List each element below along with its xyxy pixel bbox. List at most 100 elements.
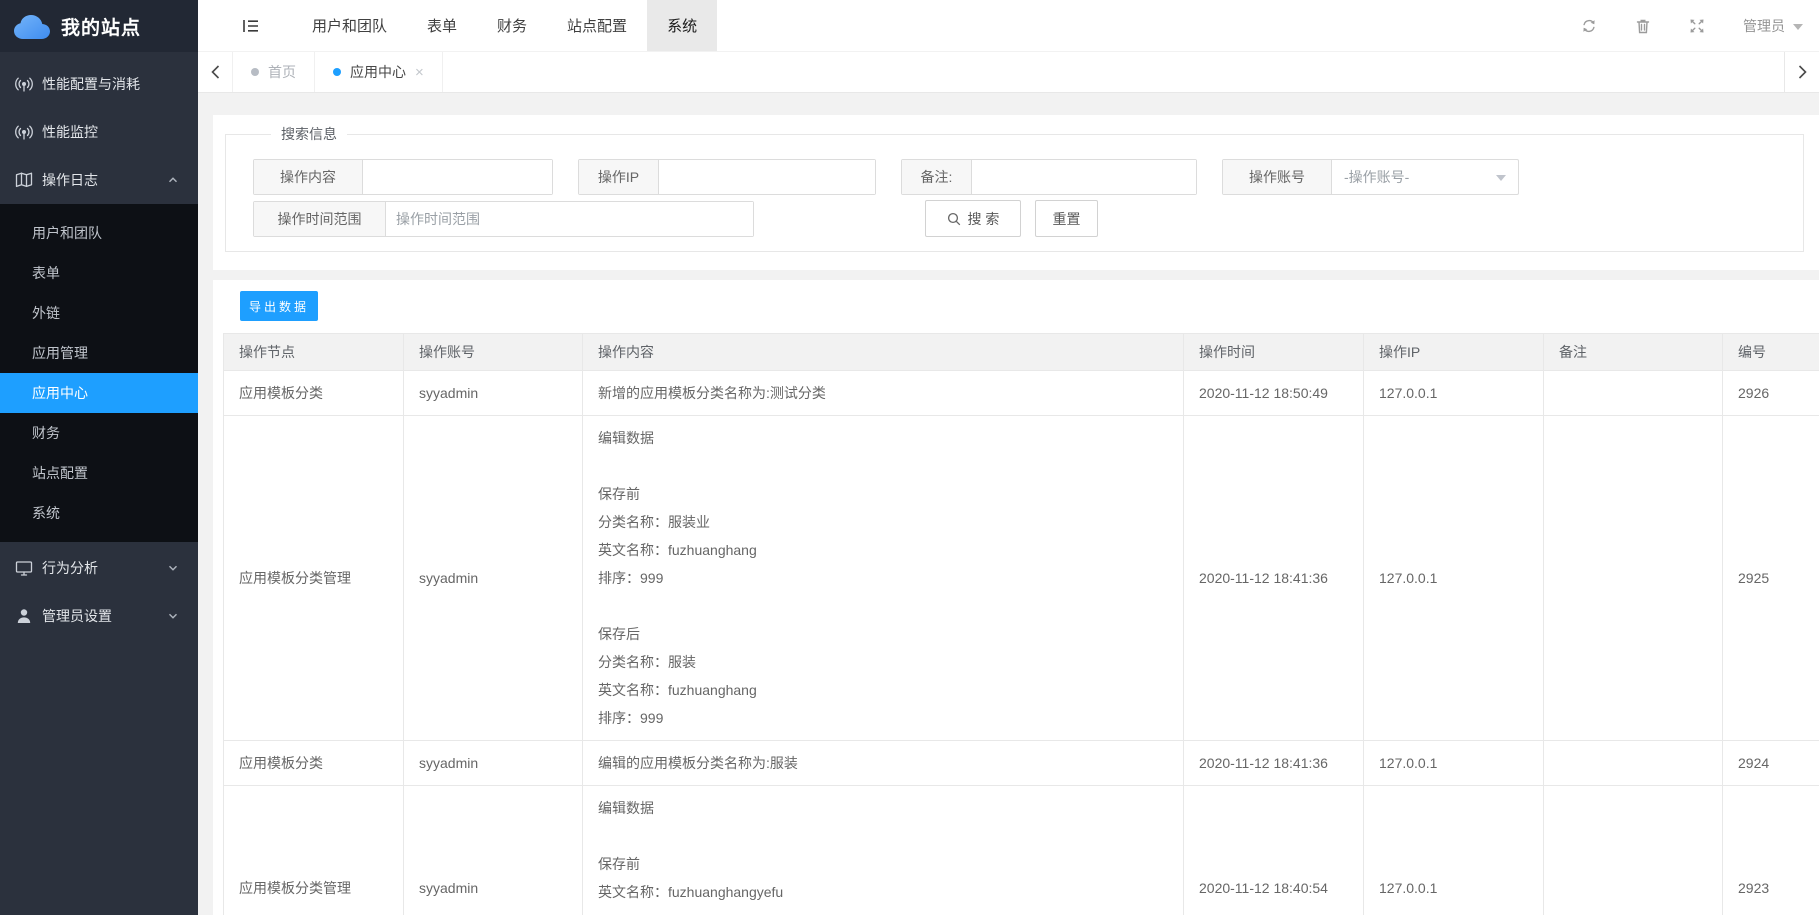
sidebar-subitem[interactable]: 系统 xyxy=(0,493,198,533)
reset-button-label: 重置 xyxy=(1053,209,1081,229)
content-field-group: 操作内容 xyxy=(253,159,553,195)
topnav-item[interactable]: 站点配置 xyxy=(547,0,647,51)
sidebar-submenu: 用户和团队表单外链应用管理应用中心财务站点配置系统 xyxy=(0,204,198,542)
topnav-item[interactable]: 用户和团队 xyxy=(292,0,407,51)
topnav-item[interactable]: 表单 xyxy=(407,0,477,51)
trash-icon[interactable] xyxy=(1635,18,1651,34)
note-input[interactable] xyxy=(972,160,1196,194)
table-column-header: 操作IP xyxy=(1364,334,1544,371)
search-button-label: 搜 索 xyxy=(968,209,1000,229)
chevron-left-icon xyxy=(211,65,220,79)
top-navbar: 用户和团队表单财务站点配置系统 xyxy=(198,0,1819,52)
sidebar-item-perf-monitor[interactable]: 性能监控 xyxy=(0,108,198,156)
sidebar-item-operation-log[interactable]: 操作日志 xyxy=(0,156,198,204)
tabs-scroll-right[interactable] xyxy=(1784,52,1819,92)
cell-id: 2926 xyxy=(1723,371,1819,416)
time-range-input[interactable] xyxy=(386,202,753,236)
sidebar-subitem[interactable]: 应用管理 xyxy=(0,333,198,373)
cell-time: 2020-11-12 18:41:36 xyxy=(1184,416,1364,741)
cell-id: 2925 xyxy=(1723,416,1819,741)
user-menu[interactable]: 管理员 xyxy=(1743,16,1803,36)
table-column-header: 编号 xyxy=(1723,334,1819,371)
cell-node: 应用模板分类 xyxy=(224,741,404,786)
sidebar-item-label: 管理员设置 xyxy=(42,606,112,626)
operation-log-table: 操作节点操作账号操作内容操作时间操作IP备注编号 应用模板分类syyadmin新… xyxy=(223,333,1819,915)
sidebar-subitem[interactable]: 用户和团队 xyxy=(0,213,198,253)
cell-ip: 127.0.0.1 xyxy=(1364,741,1544,786)
page-content: 搜索信息 操作内容 操作IP 备注: xyxy=(198,93,1819,915)
cell-ip: 127.0.0.1 xyxy=(1364,416,1544,741)
table-column-header: 备注 xyxy=(1544,334,1723,371)
cell-note xyxy=(1544,741,1723,786)
account-select-value: -操作账号- xyxy=(1344,167,1488,187)
search-button[interactable]: 搜 索 xyxy=(925,200,1021,237)
table-row: 应用模板分类syyadmin编辑的应用模板分类名称为:服装2020-11-12 … xyxy=(224,741,1819,786)
reset-button[interactable]: 重置 xyxy=(1035,200,1098,237)
sidebar-subitem[interactable]: 表单 xyxy=(0,253,198,293)
search-fieldset: 搜索信息 操作内容 操作IP 备注: xyxy=(225,124,1804,252)
cell-account: syyadmin xyxy=(404,786,583,915)
search-row-2: 操作时间范围 搜 索 重置 xyxy=(253,200,1783,237)
collapse-sidebar-icon[interactable] xyxy=(243,19,259,33)
ip-input[interactable] xyxy=(659,160,875,194)
tab-app-center[interactable]: 应用中心 × xyxy=(315,52,443,92)
time-range-field-group: 操作时间范围 xyxy=(253,201,754,237)
cell-account: syyadmin xyxy=(404,371,583,416)
content-input[interactable] xyxy=(363,160,552,194)
account-select[interactable]: -操作账号- xyxy=(1332,160,1518,194)
sidebar-subitem[interactable]: 站点配置 xyxy=(0,453,198,493)
sidebar-item-label: 行为分析 xyxy=(42,558,98,578)
table-wrapper: 操作节点操作账号操作内容操作时间操作IP备注编号 应用模板分类syyadmin新… xyxy=(223,333,1819,915)
cell-account: syyadmin xyxy=(404,416,583,741)
topnav-item[interactable]: 系统 xyxy=(647,0,717,51)
topnav-item[interactable]: 财务 xyxy=(477,0,547,51)
user-name: 管理员 xyxy=(1743,16,1785,36)
caret-down-icon xyxy=(1496,175,1506,181)
note-field-group: 备注: xyxy=(901,159,1197,195)
sidebar-subitem[interactable]: 财务 xyxy=(0,413,198,453)
table-row: 应用模板分类syyadmin新增的应用模板分类名称为:测试分类2020-11-1… xyxy=(224,371,1819,416)
sidebar-item-admin-settings[interactable]: 管理员设置 xyxy=(0,592,198,640)
sidebar-filler xyxy=(0,640,198,915)
sidebar: 我的站点 性能配置与消耗 性能监控 xyxy=(0,0,198,915)
map-book-icon xyxy=(15,171,33,189)
close-tab-icon[interactable]: × xyxy=(415,64,424,81)
cell-content: 编辑数据 保存前 英文名称：fuzhuanghangyefu xyxy=(583,786,1184,915)
time-range-field-label: 操作时间范围 xyxy=(254,202,386,236)
table-row: 应用模板分类管理syyadmin编辑数据 保存前 英文名称：fuzhuangha… xyxy=(224,786,1819,915)
cell-content: 编辑的应用模板分类名称为:服装 xyxy=(583,741,1184,786)
cell-ip: 127.0.0.1 xyxy=(1364,371,1544,416)
chevron-down-icon xyxy=(168,563,178,573)
cloud-logo-icon xyxy=(13,13,51,40)
topbar-actions: 管理员 xyxy=(1543,0,1819,51)
cell-note xyxy=(1544,416,1723,741)
cell-time: 2020-11-12 18:40:54 xyxy=(1184,786,1364,915)
cell-ip: 127.0.0.1 xyxy=(1364,786,1544,915)
site-logo[interactable]: 我的站点 xyxy=(0,0,198,52)
site-name: 我的站点 xyxy=(61,13,141,40)
tab-dot xyxy=(333,68,341,76)
caret-down-icon xyxy=(1793,24,1803,30)
tab-home[interactable]: 首页 xyxy=(233,52,315,92)
table-column-header: 操作时间 xyxy=(1184,334,1364,371)
chevron-down-icon xyxy=(168,611,178,621)
cell-note xyxy=(1544,371,1723,416)
topnav-menu: 用户和团队表单财务站点配置系统 xyxy=(292,0,717,51)
sidebar-subitem[interactable]: 外链 xyxy=(0,293,198,333)
cell-content: 新增的应用模板分类名称为:测试分类 xyxy=(583,371,1184,416)
refresh-icon[interactable] xyxy=(1581,18,1597,34)
sidebar-item-label: 性能监控 xyxy=(42,122,98,142)
table-column-header: 操作账号 xyxy=(404,334,583,371)
search-panel: 搜索信息 操作内容 操作IP 备注: xyxy=(213,115,1819,270)
table-body: 应用模板分类syyadmin新增的应用模板分类名称为:测试分类2020-11-1… xyxy=(224,371,1819,915)
account-field-label: 操作账号 xyxy=(1223,160,1332,194)
cell-node: 应用模板分类管理 xyxy=(224,416,404,741)
sidebar-item-behavior-analysis[interactable]: 行为分析 xyxy=(0,544,198,592)
tabs-scroll-left[interactable] xyxy=(198,52,233,92)
sidebar-subitem[interactable]: 应用中心 xyxy=(0,373,198,413)
tab-bar: 首页 应用中心 × xyxy=(198,52,1819,93)
search-row-1: 操作内容 操作IP 备注: 操作账号 xyxy=(253,159,1783,195)
sidebar-item-perf-config[interactable]: 性能配置与消耗 xyxy=(0,60,198,108)
fullscreen-icon[interactable] xyxy=(1689,18,1705,34)
export-data-button[interactable]: 导出数据 xyxy=(240,291,318,321)
